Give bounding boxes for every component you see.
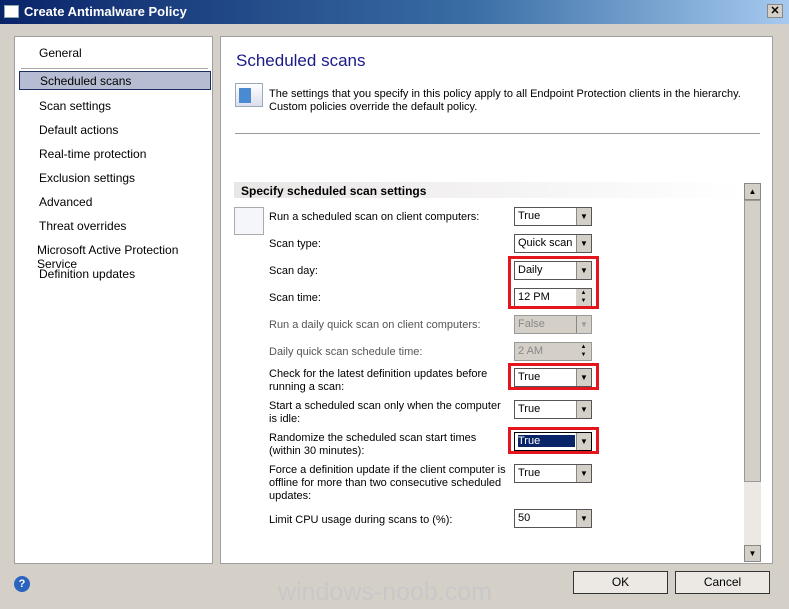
dropdown-value: True [518,210,541,222]
highlight-box [508,256,599,309]
dropdown-value: Quick scan [518,237,573,249]
daily-quick-scan-dropdown[interactable]: False ▼ [514,315,592,334]
nav-item-real-time-protection[interactable]: Real-time protection [19,145,211,164]
setting-label: Daily quick scan schedule time: [269,346,423,358]
scan-type-dropdown[interactable]: Quick scan ▼ [514,234,592,253]
nav-item-scan-settings[interactable]: Scan settings [19,97,211,116]
chevron-down-icon[interactable]: ▼ [576,401,591,418]
chevron-down-icon[interactable]: ▼ [576,465,591,482]
chevron-down-icon[interactable]: ▼ [576,235,591,252]
scroll-thumb[interactable] [744,200,761,482]
nav-item-definition-updates[interactable]: Definition updates [19,265,211,284]
dropdown-value: 50 [518,512,531,524]
setting-label: Scan type: [269,238,321,250]
nav-item-advanced[interactable]: Advanced [19,193,211,212]
divider [21,68,208,69]
setting-label: Run a daily quick scan on client compute… [269,319,481,331]
setting-label: Run a scheduled scan on client computers… [269,211,480,223]
dropdown-value: True [518,467,541,479]
help-icon[interactable]: ? [14,576,30,592]
setting-label: Force a definition update if the client … [269,464,506,502]
section-header: Specify scheduled scan settings [234,182,744,198]
nav-item-exclusion-settings[interactable]: Exclusion settings [19,169,211,188]
chevron-down-icon[interactable]: ▼ [576,316,591,333]
scrollbar[interactable]: ▲ ▼ [744,183,761,562]
nav-item-default-actions[interactable]: Default actions [19,121,211,140]
nav-panel: General Scheduled scans Scan settings De… [14,36,213,564]
window-icon [4,5,19,18]
info-icon [235,83,263,107]
chevron-down-icon[interactable]: ▼ [576,208,591,225]
scroll-up-button[interactable]: ▲ [744,183,761,200]
nav-item-general[interactable]: General [19,44,211,63]
dropdown-value: False [518,318,545,330]
nav-item-scheduled-scans[interactable]: Scheduled scans [19,71,211,90]
settings-checklist-icon [234,207,264,235]
highlight-box [508,363,599,390]
daily-quick-scan-time-spinner[interactable]: 2 AM ▲ ▼ [514,342,592,361]
spinner-value: 2 AM [518,345,544,357]
watermark: windows-noob.com [278,578,492,606]
force-definition-update-dropdown[interactable]: True ▼ [514,464,592,483]
window-title: Create Antimalware Policy [24,4,187,19]
ok-button[interactable]: OK [573,571,668,594]
main-panel: Scheduled scans The settings that you sp… [220,36,773,564]
page-title: Scheduled scans [236,51,366,70]
title-bar: Create Antimalware Policy ✕ [0,0,789,24]
setting-label: Randomize the scheduled scan start times… [269,432,477,457]
dropdown-value: True [518,403,541,415]
nav-item-maps[interactable]: Microsoft Active Protection Service [19,241,211,271]
run-scheduled-scan-dropdown[interactable]: True ▼ [514,207,592,226]
divider [235,133,760,134]
description: The settings that you specify in this po… [269,88,741,113]
cancel-button[interactable]: Cancel [675,571,770,594]
setting-label: Check for the latest definition updates … [269,368,488,393]
cpu-limit-dropdown[interactable]: 50 ▼ [514,509,592,528]
idle-scan-dropdown[interactable]: True ▼ [514,400,592,419]
setting-label: Limit CPU usage during scans to (%): [269,514,453,526]
setting-label: Scan time: [269,292,321,304]
setting-label: Scan day: [269,265,318,277]
chevron-down-icon[interactable]: ▼ [576,510,591,527]
nav-item-threat-overrides[interactable]: Threat overrides [19,217,211,236]
spin-arrows-icon[interactable]: ▲ ▼ [576,343,591,360]
close-button[interactable]: ✕ [767,4,783,18]
setting-label: Start a scheduled scan only when the com… [269,400,501,425]
scroll-down-button[interactable]: ▼ [744,545,761,562]
highlight-box [508,427,599,454]
